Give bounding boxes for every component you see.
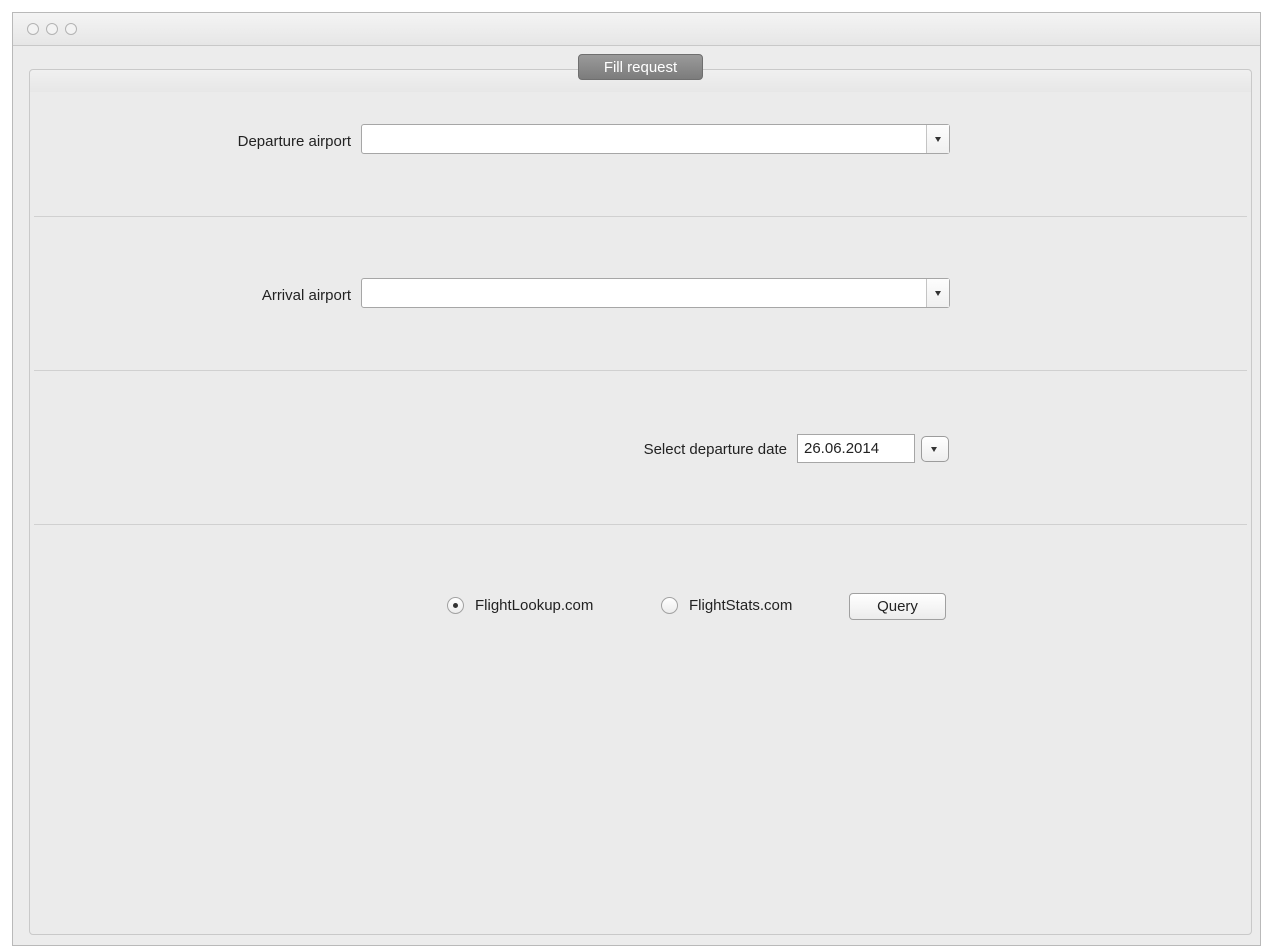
request-panel	[29, 69, 1252, 935]
date-picker-button[interactable]	[921, 436, 949, 462]
chevron-down-icon	[935, 291, 941, 296]
flightlookup-label[interactable]: FlightLookup.com	[475, 597, 593, 614]
minimize-icon[interactable]	[46, 23, 58, 35]
radio-selected-dot	[453, 603, 458, 608]
radio-flightstats[interactable]	[661, 597, 678, 614]
flightstats-label[interactable]: FlightStats.com	[689, 597, 792, 614]
radio-flightlookup[interactable]	[447, 597, 464, 614]
arrival-airport-combobox[interactable]	[361, 278, 950, 308]
close-icon[interactable]	[27, 23, 39, 35]
section-divider	[34, 370, 1247, 371]
tab-fill-request[interactable]: Fill request	[578, 54, 703, 80]
departure-date-field[interactable]: 26.06.2014	[797, 434, 915, 463]
departure-airport-label: Departure airport	[237, 133, 351, 150]
section-divider	[34, 216, 1247, 217]
arrival-dropdown-button[interactable]	[926, 279, 949, 307]
departure-dropdown-button[interactable]	[926, 125, 949, 153]
section-divider	[34, 524, 1247, 525]
arrival-airport-label: Arrival airport	[261, 287, 351, 304]
zoom-icon[interactable]	[65, 23, 77, 35]
chevron-down-icon	[935, 137, 941, 142]
query-button[interactable]: Query	[849, 593, 946, 620]
chevron-down-icon	[931, 447, 937, 452]
title-bar	[13, 13, 1260, 46]
app-window: Fill request Departure airport Arrival a…	[12, 12, 1261, 946]
departure-airport-combobox[interactable]	[361, 124, 950, 154]
departure-date-label: Select departure date	[643, 441, 787, 458]
